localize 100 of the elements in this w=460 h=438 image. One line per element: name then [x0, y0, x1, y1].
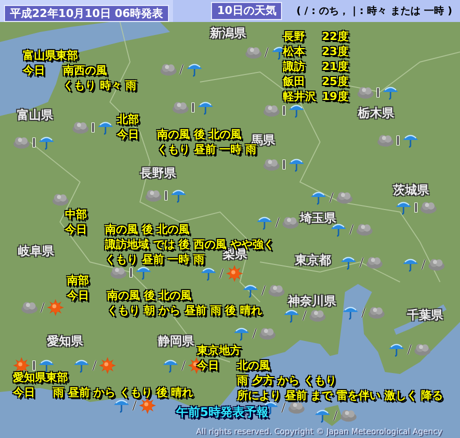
- umbrella-icon: [38, 358, 55, 373]
- city-name: 軽井沢: [283, 89, 317, 104]
- temperature-value: 25度: [322, 74, 348, 89]
- prefecture-label: 岐阜県: [18, 243, 54, 260]
- sun-icon: [139, 397, 156, 414]
- bar-icon: [282, 105, 286, 116]
- prefecture-label: 静岡県: [158, 333, 194, 350]
- cloud-icon: [52, 193, 69, 206]
- cloud-icon: [356, 223, 373, 236]
- issued-date: 平成22年10月10日 06時発表: [4, 4, 170, 22]
- umbrella-icon: [402, 133, 419, 148]
- cloud-icon: [245, 46, 262, 59]
- sun-icon: [47, 299, 64, 316]
- city-name: 諏訪: [283, 59, 306, 74]
- umbrella-icon: [135, 265, 152, 280]
- umbrella-icon: [314, 408, 331, 423]
- umbrella-icon: [288, 103, 305, 118]
- cloud-icon: [377, 134, 394, 147]
- forecast-text: 所により 昼前 まで 雷を伴い 激しく 降る: [237, 388, 444, 403]
- cloud-icon: [259, 327, 276, 340]
- umbrella-icon: [310, 190, 327, 205]
- slash-icon: [359, 257, 364, 268]
- umbrella-icon: [242, 283, 259, 298]
- umbrella-icon: [288, 157, 305, 172]
- forecast-day: 今日: [117, 127, 139, 157]
- umbrella-icon: [402, 257, 419, 272]
- cloud-icon: [357, 86, 374, 99]
- forecast-area: 東京地方: [197, 343, 241, 358]
- forecast-area: 南部: [67, 273, 89, 288]
- slash-icon: [264, 47, 269, 58]
- cloud-icon: [172, 101, 189, 114]
- umbrella-icon: [340, 255, 357, 270]
- prefecture-label: 愛知県: [47, 333, 83, 350]
- umbrella-icon: [97, 120, 114, 135]
- umbrella-icon: [197, 100, 214, 115]
- slash-icon: [281, 402, 286, 413]
- bar-icon: [414, 202, 418, 213]
- prefecture-label: 神奈川県: [288, 293, 336, 310]
- slash-icon: [333, 410, 338, 421]
- prefecture-label: 埼玉県: [300, 210, 336, 227]
- cloud-icon: [263, 104, 280, 117]
- prefecture-label: 東京都: [295, 252, 331, 269]
- slash-icon: [261, 285, 266, 296]
- umbrella-icon: [342, 305, 359, 320]
- city-name: 松本: [283, 44, 306, 59]
- umbrella-icon: [388, 342, 405, 357]
- cloud-icon: [288, 401, 305, 414]
- cloud-icon: [160, 63, 177, 76]
- bar-icon: [396, 135, 400, 146]
- forecast-text: くもり 時々 雨: [63, 78, 137, 93]
- bar-icon: [129, 267, 133, 278]
- slash-icon: [407, 344, 412, 355]
- cloud-icon: [420, 201, 437, 214]
- umbrella-icon: [330, 222, 347, 237]
- umbrella-icon: [200, 266, 217, 281]
- slash-icon: [132, 400, 137, 411]
- umbrella-icon: [395, 200, 412, 215]
- umbrella-icon: [73, 358, 90, 373]
- prefecture-label: 栃木県: [358, 105, 394, 122]
- slash-icon: [361, 307, 366, 318]
- forecast-day: 今日: [13, 385, 35, 400]
- umbrella-icon: [233, 326, 250, 341]
- forecast-day: 今日: [23, 63, 45, 93]
- cloud-icon: [336, 191, 353, 204]
- forecast-day: 今日: [65, 222, 87, 267]
- prefecture-label: 新潟県: [210, 25, 246, 42]
- cloud-icon: [21, 301, 38, 314]
- island: [322, 405, 342, 426]
- prefecture-label: 富山県: [17, 107, 53, 124]
- bar-icon: [164, 190, 168, 201]
- cloud-icon: [340, 409, 357, 422]
- slash-icon: [275, 217, 280, 228]
- umbrella-icon: [162, 358, 179, 373]
- prefecture-label: 長野県: [140, 165, 176, 182]
- umbrella-icon: [382, 85, 399, 100]
- forecast-text: 南西の風: [63, 63, 107, 78]
- city-name: 飯田: [283, 74, 306, 89]
- map-title: 10日の天気: [211, 2, 282, 20]
- cloud-icon: [268, 284, 285, 297]
- cloud-icon: [110, 266, 127, 279]
- umbrella-icon: [38, 135, 55, 150]
- forecast-area: 中部: [65, 207, 87, 222]
- slash-icon: [40, 302, 45, 313]
- bar-icon: [376, 87, 380, 98]
- umbrella-icon: [283, 308, 300, 323]
- temperature-value: 19度: [322, 89, 348, 104]
- slash-icon: [302, 310, 307, 321]
- cloud-icon: [309, 309, 326, 322]
- slash-icon: [219, 268, 224, 279]
- forecast-text: 南の風 後 北の風: [105, 222, 190, 237]
- temperature-value: 22度: [322, 29, 348, 44]
- slash-icon: [181, 360, 186, 371]
- legend-text: ( / : のち， | : 時々 または 一時 ): [296, 4, 452, 18]
- forecast-text: 南の風 後 北の風: [157, 127, 242, 142]
- slash-icon: [252, 328, 257, 339]
- umbrella-icon: [186, 62, 203, 77]
- sun-icon: [99, 357, 116, 374]
- bar-icon: [32, 137, 36, 148]
- forecast-day: 今日: [67, 288, 89, 318]
- slash-icon: [329, 192, 334, 203]
